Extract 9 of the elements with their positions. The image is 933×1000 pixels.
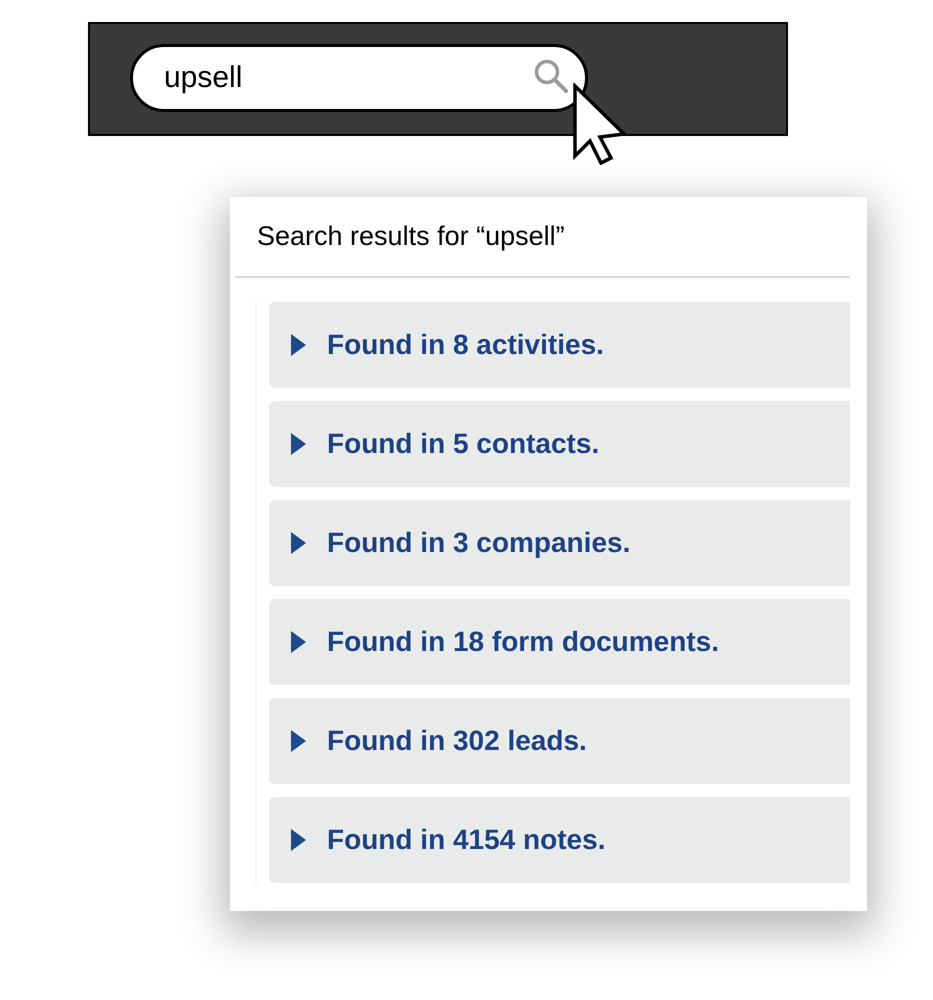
result-group[interactable]: Found in 4154 notes. [269, 797, 850, 883]
search-icon[interactable] [534, 59, 568, 93]
result-group[interactable]: Found in 18 form documents. [269, 599, 850, 685]
result-group[interactable]: Found in 3 companies. [269, 500, 850, 586]
result-group[interactable]: Found in 5 contacts. [269, 401, 850, 487]
search-field[interactable]: upsell [130, 44, 588, 112]
result-group[interactable]: Found in 8 activities. [269, 302, 850, 388]
result-group[interactable]: Found in 302 leads. [269, 698, 850, 784]
results-title: Search results for “upsell” [257, 221, 565, 252]
